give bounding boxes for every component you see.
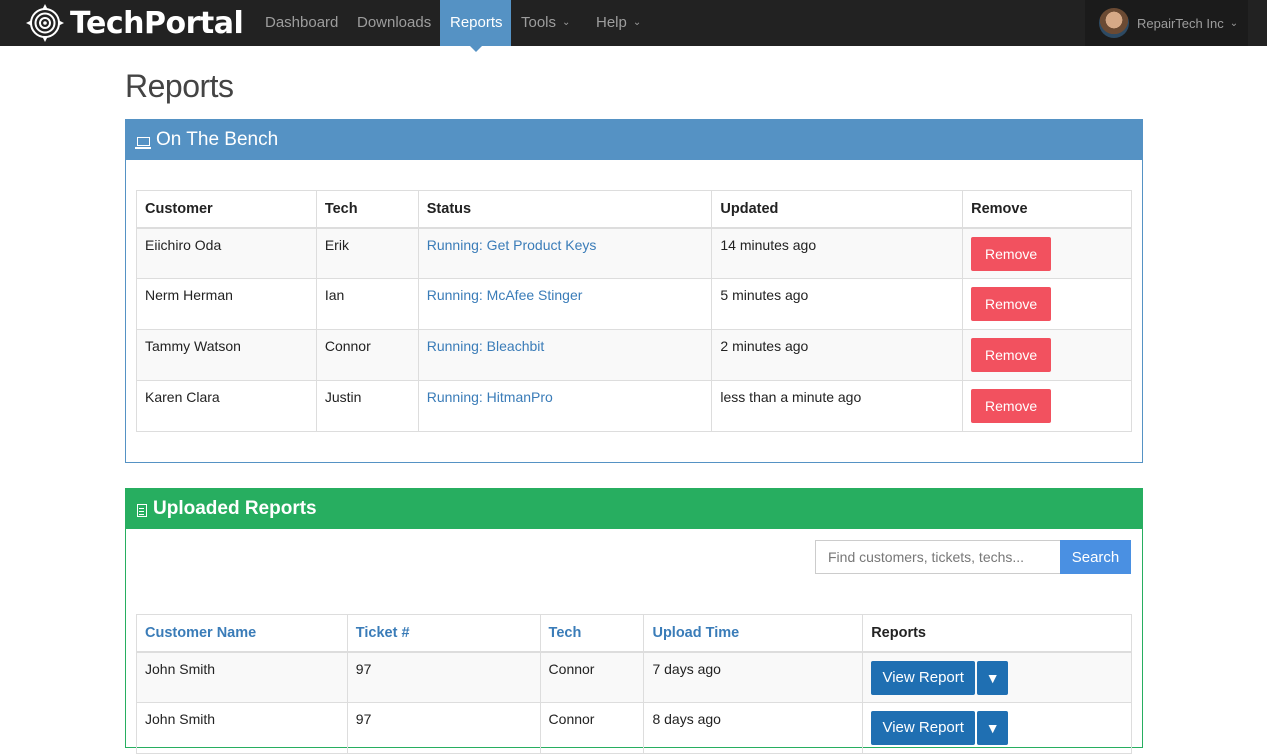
tech-cell: Connor: [539, 702, 645, 754]
column-header-tech: Tech: [315, 190, 419, 229]
search-input[interactable]: [815, 540, 1060, 574]
tech-cell: Erik: [315, 227, 419, 279]
bench-panel-heading: On The Bench: [126, 120, 1142, 160]
nav-tools[interactable]: Tools ⌄: [511, 0, 580, 46]
updated-cell: 14 minutes ago: [711, 227, 964, 279]
column-header-updated: Updated: [711, 190, 964, 229]
tech-cell: Connor: [315, 329, 419, 381]
report-dropdown-button[interactable]: ▼: [977, 711, 1009, 745]
chevron-down-icon: ⌄: [1229, 17, 1239, 29]
customer-cell: Nerm Herman: [136, 278, 317, 330]
column-header-remove: Remove: [962, 190, 1132, 229]
brand-name: TechPortal: [70, 5, 244, 41]
ticket-cell: 97: [346, 702, 541, 754]
status-link[interactable]: Running: Bleachbit: [427, 338, 545, 354]
remove-button[interactable]: Remove: [971, 236, 1052, 271]
page-title: Reports: [125, 68, 234, 104]
view-report-button[interactable]: View Report: [871, 711, 976, 745]
column-header-customer: Customer: [136, 190, 317, 229]
uploaded-reports-panel: Uploaded Reports Search Customer Name Ti…: [125, 488, 1143, 754]
laptop-icon: [135, 136, 151, 149]
nav-reports-label: Reports: [450, 14, 503, 31]
reports-cell: View Report ▼: [862, 651, 1132, 703]
remove-cell: Remove: [962, 227, 1132, 279]
report-dropdown-button[interactable]: ▼: [977, 660, 1009, 695]
remove-button[interactable]: Remove: [971, 389, 1052, 423]
status-link[interactable]: Running: Get Product Keys: [427, 237, 597, 253]
user-avatar: [1099, 8, 1129, 38]
bench-header-row: Customer Tech Status Updated Remove: [136, 190, 1132, 229]
remove-cell: Remove: [962, 278, 1132, 330]
customer-cell: Karen Clara: [136, 380, 317, 432]
view-report-button[interactable]: View Report: [871, 660, 976, 695]
table-row: John Smith 97 Connor 7 days ago View Rep…: [136, 651, 1132, 703]
search-button[interactable]: Search: [1060, 540, 1131, 574]
tech-cell: Justin: [315, 380, 419, 432]
target-logo-icon: [26, 4, 64, 42]
on-the-bench-panel: On The Bench Customer Tech Status Update…: [125, 119, 1143, 463]
user-name: RepairTech Inc: [1137, 15, 1224, 31]
bench-panel-title: On The Bench: [156, 129, 279, 150]
nav-help-label: Help: [596, 14, 627, 31]
chevron-down-icon: ⌄: [632, 17, 642, 29]
brand-link[interactable]: TechPortal: [26, 4, 244, 42]
uploads-panel-title: Uploaded Reports: [153, 498, 317, 519]
nav-help[interactable]: Help ⌄: [586, 0, 651, 46]
tech-cell: Ian: [315, 278, 419, 330]
status-cell: Running: McAfee Stinger: [417, 278, 713, 330]
remove-cell: Remove: [962, 329, 1132, 381]
sort-ticket-number[interactable]: Ticket #: [346, 614, 541, 653]
status-link[interactable]: Running: McAfee Stinger: [427, 287, 583, 303]
updated-cell: less than a minute ago: [711, 380, 964, 432]
updated-cell: 2 minutes ago: [711, 329, 964, 381]
uploads-table: Customer Name Ticket # Tech Upload Time …: [136, 614, 1132, 754]
uploads-panel-heading: Uploaded Reports: [126, 489, 1142, 529]
upload-time-cell: 8 days ago: [643, 702, 864, 754]
customer-cell: John Smith: [136, 702, 348, 754]
nav-tools-label: Tools: [521, 14, 557, 31]
remove-cell: Remove: [962, 380, 1132, 432]
table-row: Eiichiro Oda Erik Running: Get Product K…: [136, 227, 1132, 279]
table-row: Nerm Herman Ian Running: McAfee Stinger …: [136, 278, 1132, 330]
status-cell: Running: Bleachbit: [417, 329, 713, 381]
top-navbar: TechPortal Dashboard Downloads Reports T…: [0, 0, 1267, 52]
table-row: John Smith 97 Connor 8 days ago View Rep…: [136, 702, 1132, 754]
nav-downloads-label: Downloads: [357, 14, 432, 31]
tech-cell: Connor: [539, 651, 645, 703]
reports-cell: View Report ▼: [862, 702, 1132, 754]
status-link[interactable]: Running: HitmanPro: [427, 389, 553, 405]
customer-cell: Tammy Watson: [136, 329, 317, 381]
customer-cell: Eiichiro Oda: [136, 227, 317, 279]
column-header-status: Status: [417, 190, 713, 229]
customer-cell: John Smith: [136, 651, 348, 703]
table-row: Tammy Watson Connor Running: Bleachbit 2…: [136, 329, 1132, 381]
table-row: Karen Clara Justin Running: HitmanPro le…: [136, 380, 1132, 432]
ticket-cell: 97: [346, 651, 541, 703]
sort-tech[interactable]: Tech: [539, 614, 645, 653]
sort-upload-time[interactable]: Upload Time: [643, 614, 864, 653]
upload-time-cell: 7 days ago: [643, 651, 864, 703]
nav-dashboard-label: Dashboard: [265, 14, 339, 31]
status-cell: Running: HitmanPro: [417, 380, 713, 432]
user-menu[interactable]: RepairTech Inc ⌄: [1085, 0, 1248, 46]
chevron-down-icon: ⌄: [562, 17, 571, 29]
bench-table: Customer Tech Status Updated Remove Eiic…: [136, 190, 1132, 432]
updated-cell: 5 minutes ago: [711, 278, 964, 330]
sort-customer-name[interactable]: Customer Name: [136, 614, 348, 653]
remove-button[interactable]: Remove: [971, 338, 1052, 372]
remove-button[interactable]: Remove: [971, 287, 1052, 321]
uploads-header-row: Customer Name Ticket # Tech Upload Time …: [136, 614, 1132, 653]
nav-downloads[interactable]: Downloads: [347, 0, 441, 46]
status-cell: Running: Get Product Keys: [417, 227, 713, 279]
column-header-reports: Reports: [862, 614, 1132, 653]
search-form: Search: [815, 540, 1131, 574]
document-icon: [137, 503, 147, 517]
nav-reports[interactable]: Reports: [440, 0, 511, 52]
nav-dashboard[interactable]: Dashboard: [255, 0, 348, 46]
